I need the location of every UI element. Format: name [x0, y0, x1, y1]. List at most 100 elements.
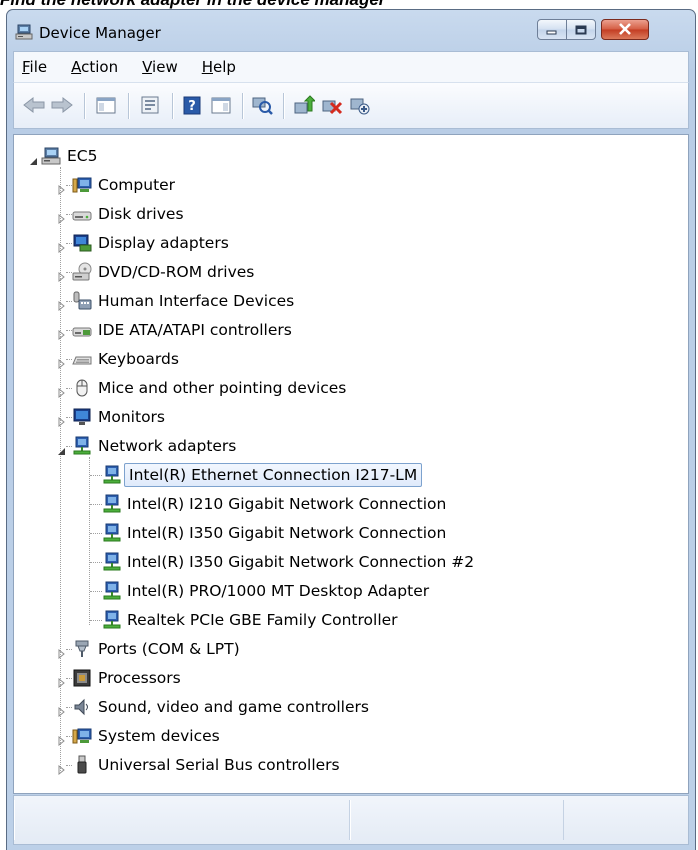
adapter-label: Intel(R) PRO/1000 MT Desktop Adapter — [127, 582, 430, 600]
tree-root-label: EC5 — [67, 147, 98, 165]
close-icon — [618, 20, 632, 39]
tree-category-mice[interactable]: Mice and other pointing devices — [14, 374, 688, 403]
svg-text:?: ? — [188, 99, 196, 114]
network-adapter-icon — [102, 581, 122, 601]
status-panel — [14, 800, 350, 840]
tree-guide-dot — [90, 475, 102, 477]
category-label: Keyboards — [98, 350, 179, 368]
title-bar[interactable]: Device Manager — [7, 10, 695, 50]
category-label: Mice and other pointing devices — [98, 379, 347, 397]
menu-view-label: iew — [152, 58, 178, 76]
network-adapter-item[interactable]: Realtek PCIe GBE Family Controller — [14, 606, 688, 635]
hid-icon — [72, 291, 92, 311]
category-label: Display adapters — [98, 234, 229, 252]
tree-category-keyboards[interactable]: Keyboards — [14, 345, 688, 374]
network-adapter-item[interactable]: Intel(R) Ethernet Connection I217-LM — [14, 461, 688, 490]
tree-category-ports[interactable]: Ports (COM & LPT) — [14, 635, 688, 664]
tree-category-display-adapters[interactable]: Display adapters — [14, 229, 688, 258]
toolbar-separator — [283, 93, 285, 119]
adapter-label: Intel(R) I210 Gigabit Network Connection — [127, 495, 447, 513]
network-adapter-item[interactable]: Intel(R) I350 Gigabit Network Connection… — [14, 548, 688, 577]
tree-category-disk-drives[interactable]: Disk drives — [14, 200, 688, 229]
tree-category-hid[interactable]: Human Interface Devices — [14, 287, 688, 316]
dvd-drive-icon — [72, 262, 92, 282]
network-adapter-item[interactable]: Intel(R) PRO/1000 MT Desktop Adapter — [14, 577, 688, 606]
tree-guide-dot — [90, 504, 102, 506]
adapter-label: Intel(R) I350 Gigabit Network Connection — [127, 524, 447, 542]
tree-category-network-adapters[interactable]: Network adapters — [14, 432, 688, 461]
category-label: DVD/CD-ROM drives — [98, 263, 255, 281]
menu-file[interactable]: File — [20, 56, 49, 78]
network-adapter-icon — [102, 610, 122, 630]
uninstall-icon[interactable] — [320, 93, 344, 117]
tree-category-usb[interactable]: Universal Serial Bus controllers — [14, 751, 688, 780]
disk-drive-icon — [72, 204, 92, 224]
tree-guide-dot — [90, 533, 102, 535]
minimize-button[interactable] — [537, 19, 567, 40]
tree-category-system-devices[interactable]: System devices — [14, 722, 688, 751]
category-label: Universal Serial Bus controllers — [98, 756, 340, 774]
network-adapter-icon — [102, 552, 122, 572]
maximize-button[interactable] — [566, 19, 596, 40]
category-label: System devices — [98, 727, 220, 745]
menu-action[interactable]: Action — [69, 56, 120, 78]
computer-root-icon — [41, 146, 61, 166]
system-device-icon — [72, 726, 92, 746]
mouse-icon — [72, 378, 92, 398]
toolbar-separator — [242, 93, 244, 119]
tree-category-ide-controllers[interactable]: IDE ATA/ATAPI controllers — [14, 316, 688, 345]
tree-guide-dot — [90, 562, 102, 564]
tree-guide-dot — [90, 591, 102, 593]
menu-help-accel: H — [201, 58, 213, 76]
menu-help-label: elp — [213, 58, 236, 76]
properties-icon[interactable] — [138, 93, 162, 117]
status-bar — [13, 795, 689, 845]
category-label: Monitors — [98, 408, 165, 426]
category-label: IDE ATA/ATAPI controllers — [98, 321, 292, 339]
category-label: Sound, video and game controllers — [98, 698, 369, 716]
menu-action-label: ction — [81, 58, 119, 76]
network-adapter-icon — [102, 523, 122, 543]
sound-icon — [72, 697, 92, 717]
menu-view[interactable]: View — [140, 56, 180, 78]
scan-hardware-icon[interactable] — [250, 93, 274, 117]
device-tree[interactable]: EC5 Computer Disk drives Display adapter… — [13, 134, 689, 794]
tree-category-computer[interactable]: Computer — [14, 171, 688, 200]
back-arrow-icon[interactable] — [22, 93, 46, 117]
update-driver-icon[interactable] — [292, 93, 316, 117]
network-adapter-item[interactable]: Intel(R) I210 Gigabit Network Connection — [14, 490, 688, 519]
minimize-icon — [546, 20, 558, 39]
tree-root-row[interactable]: EC5 — [14, 142, 688, 171]
action-pane-icon[interactable] — [209, 93, 233, 117]
adapter-label: Realtek PCIe GBE Family Controller — [127, 611, 398, 629]
menu-view-accel: V — [142, 58, 153, 76]
status-panel — [350, 800, 564, 840]
ide-controller-icon — [72, 320, 92, 340]
network-adapter-item[interactable]: Intel(R) I350 Gigabit Network Connection — [14, 519, 688, 548]
computer-icon — [72, 175, 92, 195]
window-title: Device Manager — [39, 24, 161, 42]
tree-category-processors[interactable]: Processors — [14, 664, 688, 693]
show-hide-console-tree-icon[interactable] — [94, 93, 118, 117]
toolbar-separator — [128, 93, 130, 119]
collapse-arrow-icon[interactable] — [29, 151, 39, 165]
device-manager-window: Device Manager File Action View Help ? E… — [6, 9, 696, 850]
tree-category-monitors[interactable]: Monitors — [14, 403, 688, 432]
menu-help[interactable]: Help — [200, 56, 238, 78]
tree-category-sound[interactable]: Sound, video and game controllers — [14, 693, 688, 722]
category-label: Processors — [98, 669, 181, 687]
disable-device-icon[interactable] — [348, 93, 372, 117]
help-icon[interactable]: ? — [180, 93, 204, 117]
network-adapter-icon — [102, 465, 122, 485]
close-button[interactable] — [601, 19, 649, 40]
tree-category-dvd-drives[interactable]: DVD/CD-ROM drives — [14, 258, 688, 287]
network-adapter-icon — [72, 436, 92, 456]
instruction-caption: Find the network adapter in the device m… — [0, 0, 698, 9]
usb-icon — [72, 755, 92, 775]
menu-bar: File Action View Help — [13, 51, 689, 82]
processor-icon — [72, 668, 92, 688]
forward-arrow-icon[interactable] — [50, 93, 74, 117]
menu-file-accel: F — [22, 58, 30, 76]
network-adapter-icon — [102, 494, 122, 514]
maximize-icon — [575, 20, 587, 39]
